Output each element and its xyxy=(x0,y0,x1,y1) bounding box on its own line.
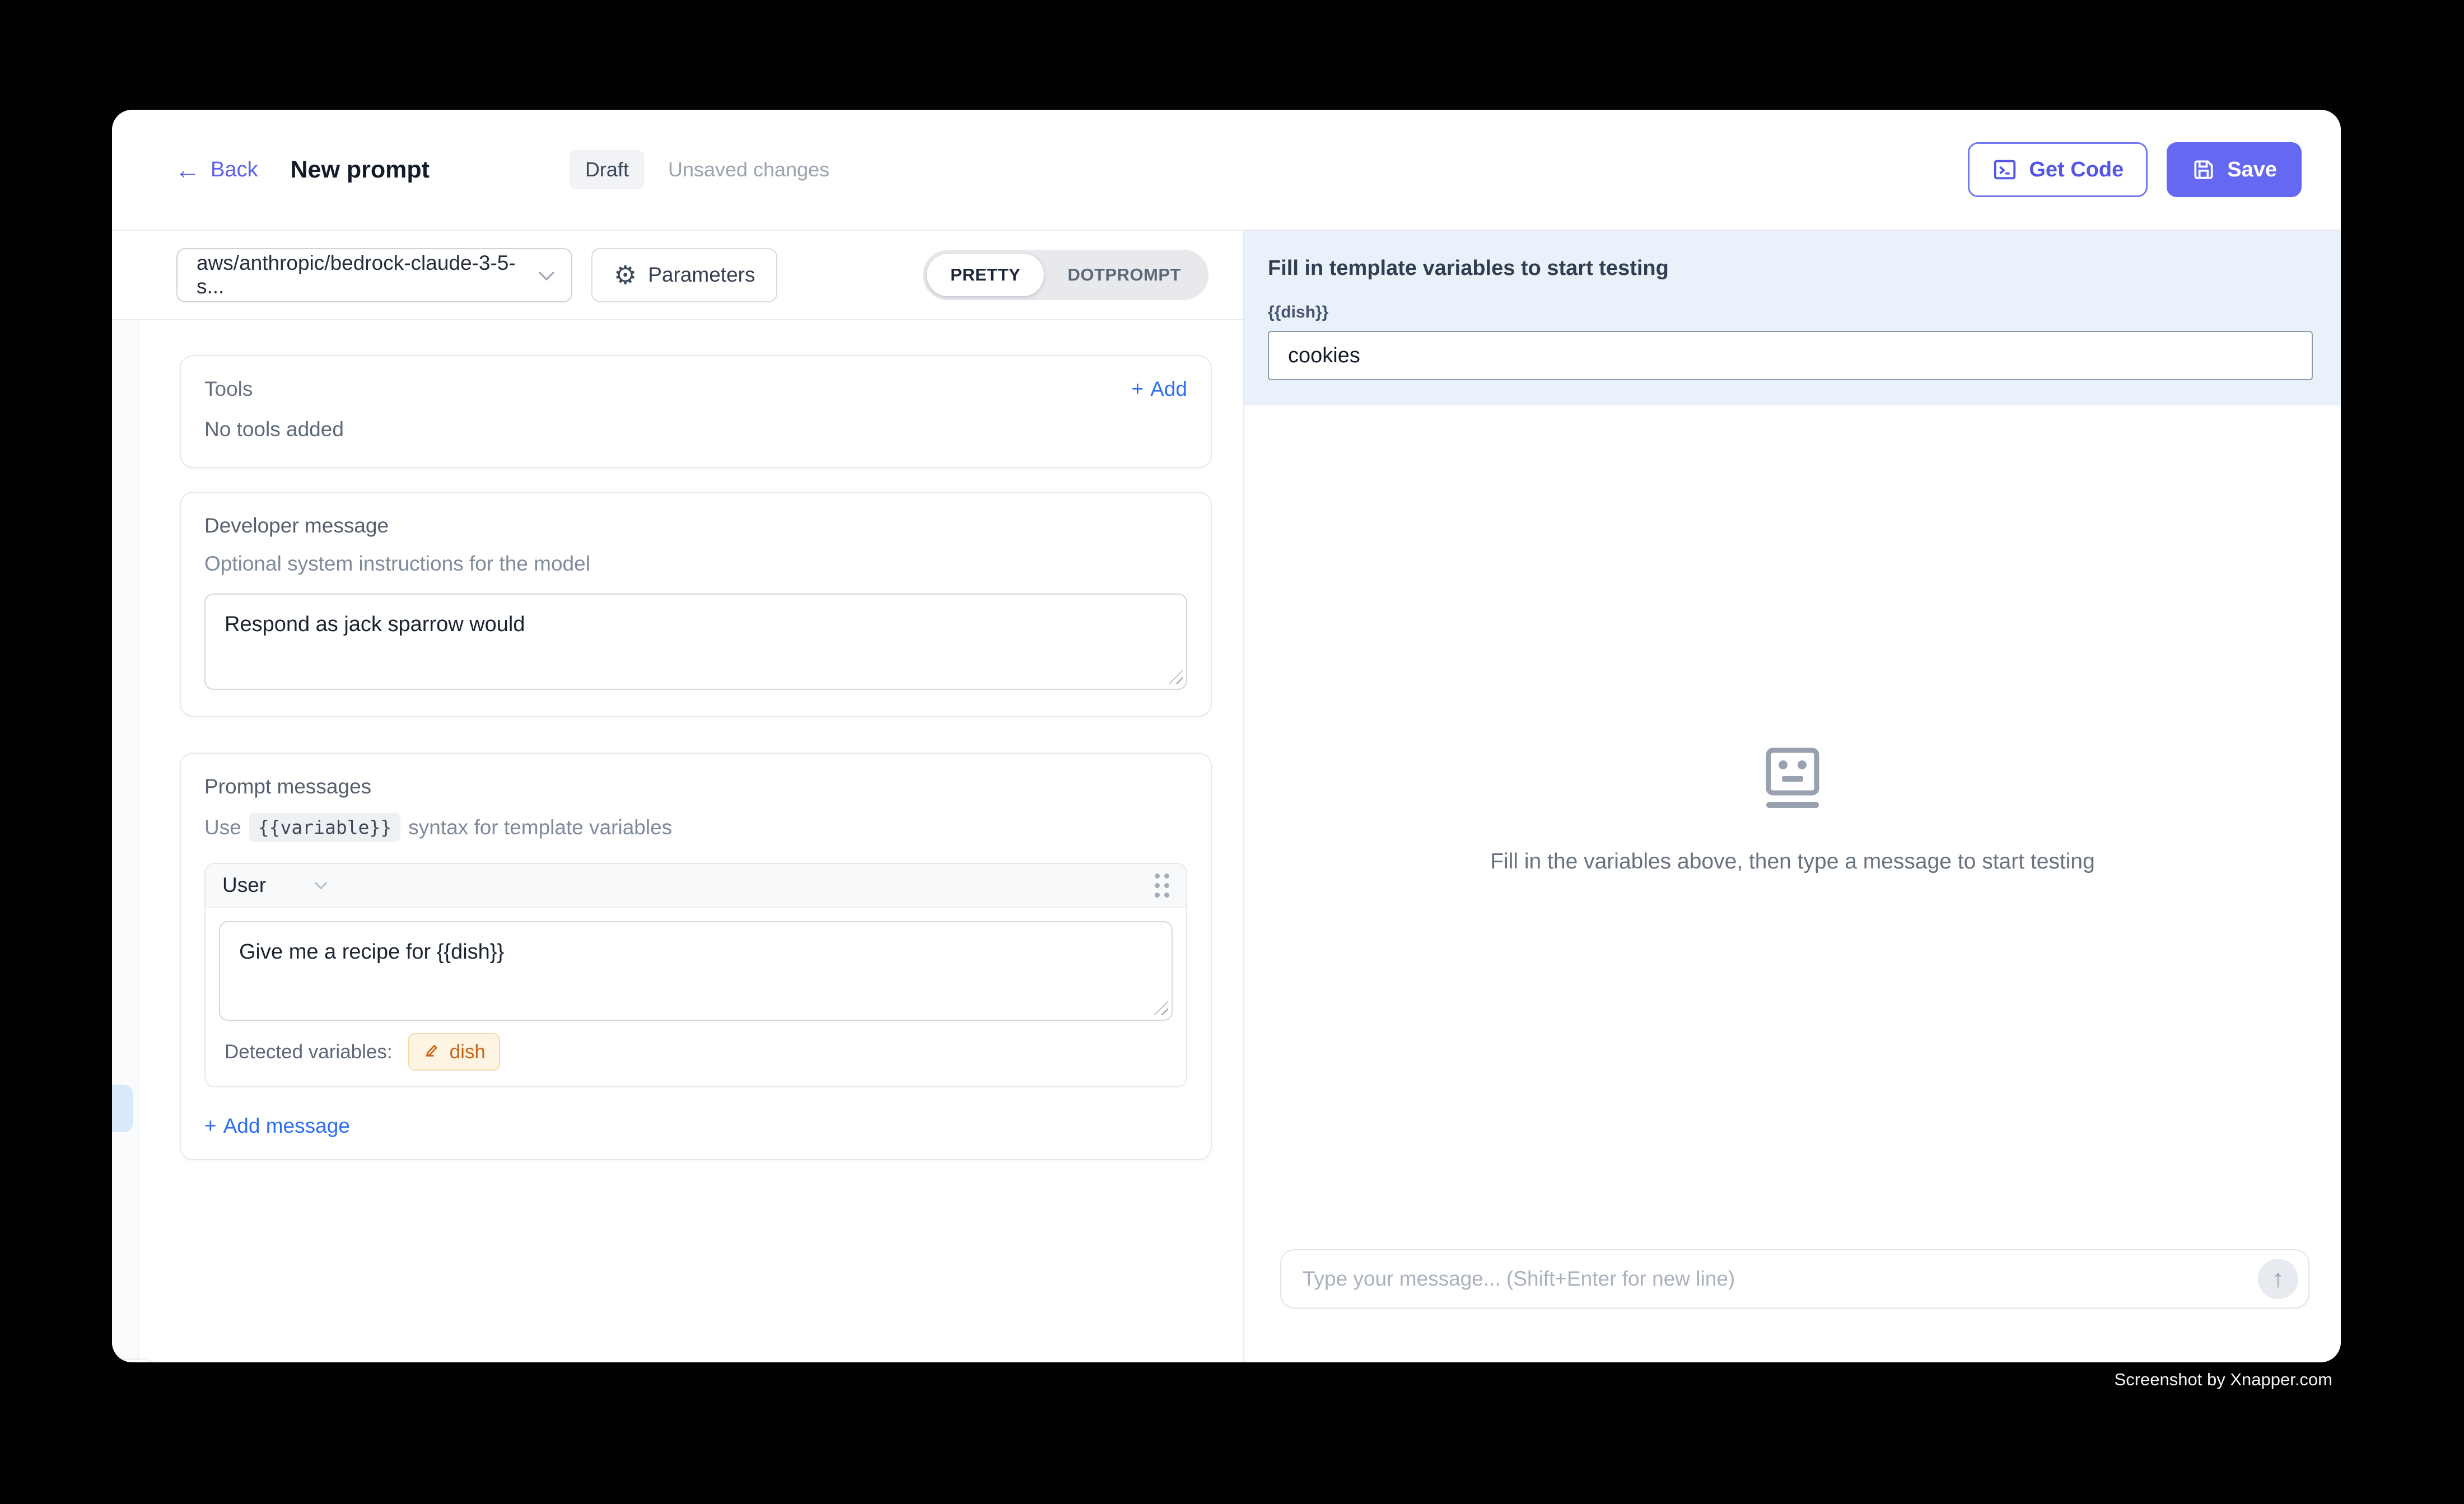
add-message-button[interactable]: + Add message xyxy=(204,1114,350,1138)
save-button[interactable]: Save xyxy=(2167,142,2302,197)
message-textarea[interactable]: Give me a recipe for {{dish}} xyxy=(219,921,1173,1021)
page-title: New prompt xyxy=(290,156,429,184)
detected-variables-label: Detected variables: xyxy=(225,1041,393,1063)
robot-face-icon xyxy=(1762,747,1823,816)
variable-syntax-chip: {{variable}} xyxy=(249,813,400,842)
toggle-option-dotprompt[interactable]: DOTPROMPT xyxy=(1044,254,1205,296)
variable-value-input[interactable] xyxy=(1268,331,2313,380)
plus-icon: + xyxy=(1132,377,1144,401)
plus-icon: + xyxy=(204,1114,217,1138)
variables-section-title: Fill in template variables to start test… xyxy=(1268,256,2313,281)
add-tool-label: Add xyxy=(1150,377,1187,401)
prompt-messages-title: Prompt messages xyxy=(204,775,1187,798)
header: ← Back New prompt Draft Unsaved changes … xyxy=(112,110,2341,231)
developer-message-card: Developer message Optional system instru… xyxy=(180,492,1212,717)
terminal-icon xyxy=(1992,157,2018,183)
empty-state-text: Fill in the variables above, then type a… xyxy=(1490,849,2095,874)
variable-badge-label: dish xyxy=(450,1041,486,1063)
cutoff-popover xyxy=(112,1359,159,1362)
sidebar-active-item[interactable] xyxy=(112,1085,133,1132)
test-panel: Fill in template variables to start test… xyxy=(1244,231,2341,1362)
gear-icon: ⚙ xyxy=(614,262,637,288)
view-mode-toggle: PRETTY DOTPROMPT xyxy=(923,250,1208,300)
model-select[interactable]: aws/anthropic/bedrock-claude-3-5-s... xyxy=(176,248,572,302)
collapsed-sidebar-strip xyxy=(112,320,139,1359)
detected-variables-row: Detected variables: dish xyxy=(206,1021,1186,1086)
get-code-button[interactable]: Get Code xyxy=(1968,142,2148,197)
chat-empty-state: Fill in the variables above, then type a… xyxy=(1244,405,2341,1249)
toggle-option-pretty[interactable]: PRETTY xyxy=(927,254,1044,296)
chevron-down-icon xyxy=(539,265,554,281)
chat-message-input[interactable] xyxy=(1303,1267,2258,1291)
developer-message-textarea[interactable]: Respond as jack sparrow would xyxy=(204,594,1187,690)
add-tool-button[interactable]: + Add xyxy=(1132,377,1187,401)
watermark-text: Screenshot by Xnapper.com xyxy=(2115,1370,2332,1390)
status-badge: Draft xyxy=(570,150,645,189)
pencil-icon xyxy=(423,1040,442,1064)
back-arrow-icon: ← xyxy=(175,157,200,183)
parameters-button[interactable]: ⚙ Parameters xyxy=(591,248,777,302)
variable-name-label: {{dish}} xyxy=(1268,303,2313,322)
hint-prefix: Use xyxy=(204,816,241,839)
unsaved-changes-text: Unsaved changes xyxy=(668,158,829,181)
hint-suffix: syntax for template variables xyxy=(408,816,672,839)
variable-badge-dish[interactable]: dish xyxy=(408,1033,500,1071)
editor-toolbar: aws/anthropic/bedrock-claude-3-5-s... ⚙ … xyxy=(112,231,1243,320)
model-select-value: aws/anthropic/bedrock-claude-3-5-s... xyxy=(197,251,541,298)
tools-title: Tools xyxy=(204,377,253,401)
message-block: User Give me a recipe for {{dish}} xyxy=(204,863,1187,1087)
prompt-editor-panel: aws/anthropic/bedrock-claude-3-5-s... ⚙ … xyxy=(112,231,1244,1362)
back-button[interactable]: ← Back xyxy=(175,157,258,183)
tools-empty-text: No tools added xyxy=(204,418,1187,441)
parameters-label: Parameters xyxy=(648,263,755,287)
save-icon xyxy=(2191,157,2216,182)
get-code-label: Get Code xyxy=(2029,158,2124,182)
add-message-label: Add message xyxy=(223,1114,350,1138)
template-hint: Use {{variable}} syntax for template var… xyxy=(204,813,1187,842)
send-arrow-icon: ↑ xyxy=(2272,1265,2284,1293)
save-label: Save xyxy=(2227,158,2277,182)
role-select-value: User xyxy=(222,874,266,897)
drag-handle-icon[interactable] xyxy=(1155,874,1169,898)
message-role-header: User xyxy=(206,864,1186,908)
prompt-messages-card: Prompt messages Use {{variable}} syntax … xyxy=(180,753,1212,1160)
template-variables-section: Fill in template variables to start test… xyxy=(1244,231,2341,405)
tools-card: Tools + Add No tools added xyxy=(180,355,1212,468)
chevron-down-icon xyxy=(315,877,328,890)
back-label: Back xyxy=(211,158,258,182)
app-window: ← Back New prompt Draft Unsaved changes … xyxy=(112,110,2341,1362)
developer-message-title: Developer message xyxy=(204,514,1187,538)
send-button[interactable]: ↑ xyxy=(2258,1259,2298,1299)
developer-message-subtitle: Optional system instructions for the mod… xyxy=(204,552,1187,576)
role-select[interactable]: User xyxy=(222,874,325,897)
chat-input-bar: ↑ xyxy=(1280,1249,2309,1309)
